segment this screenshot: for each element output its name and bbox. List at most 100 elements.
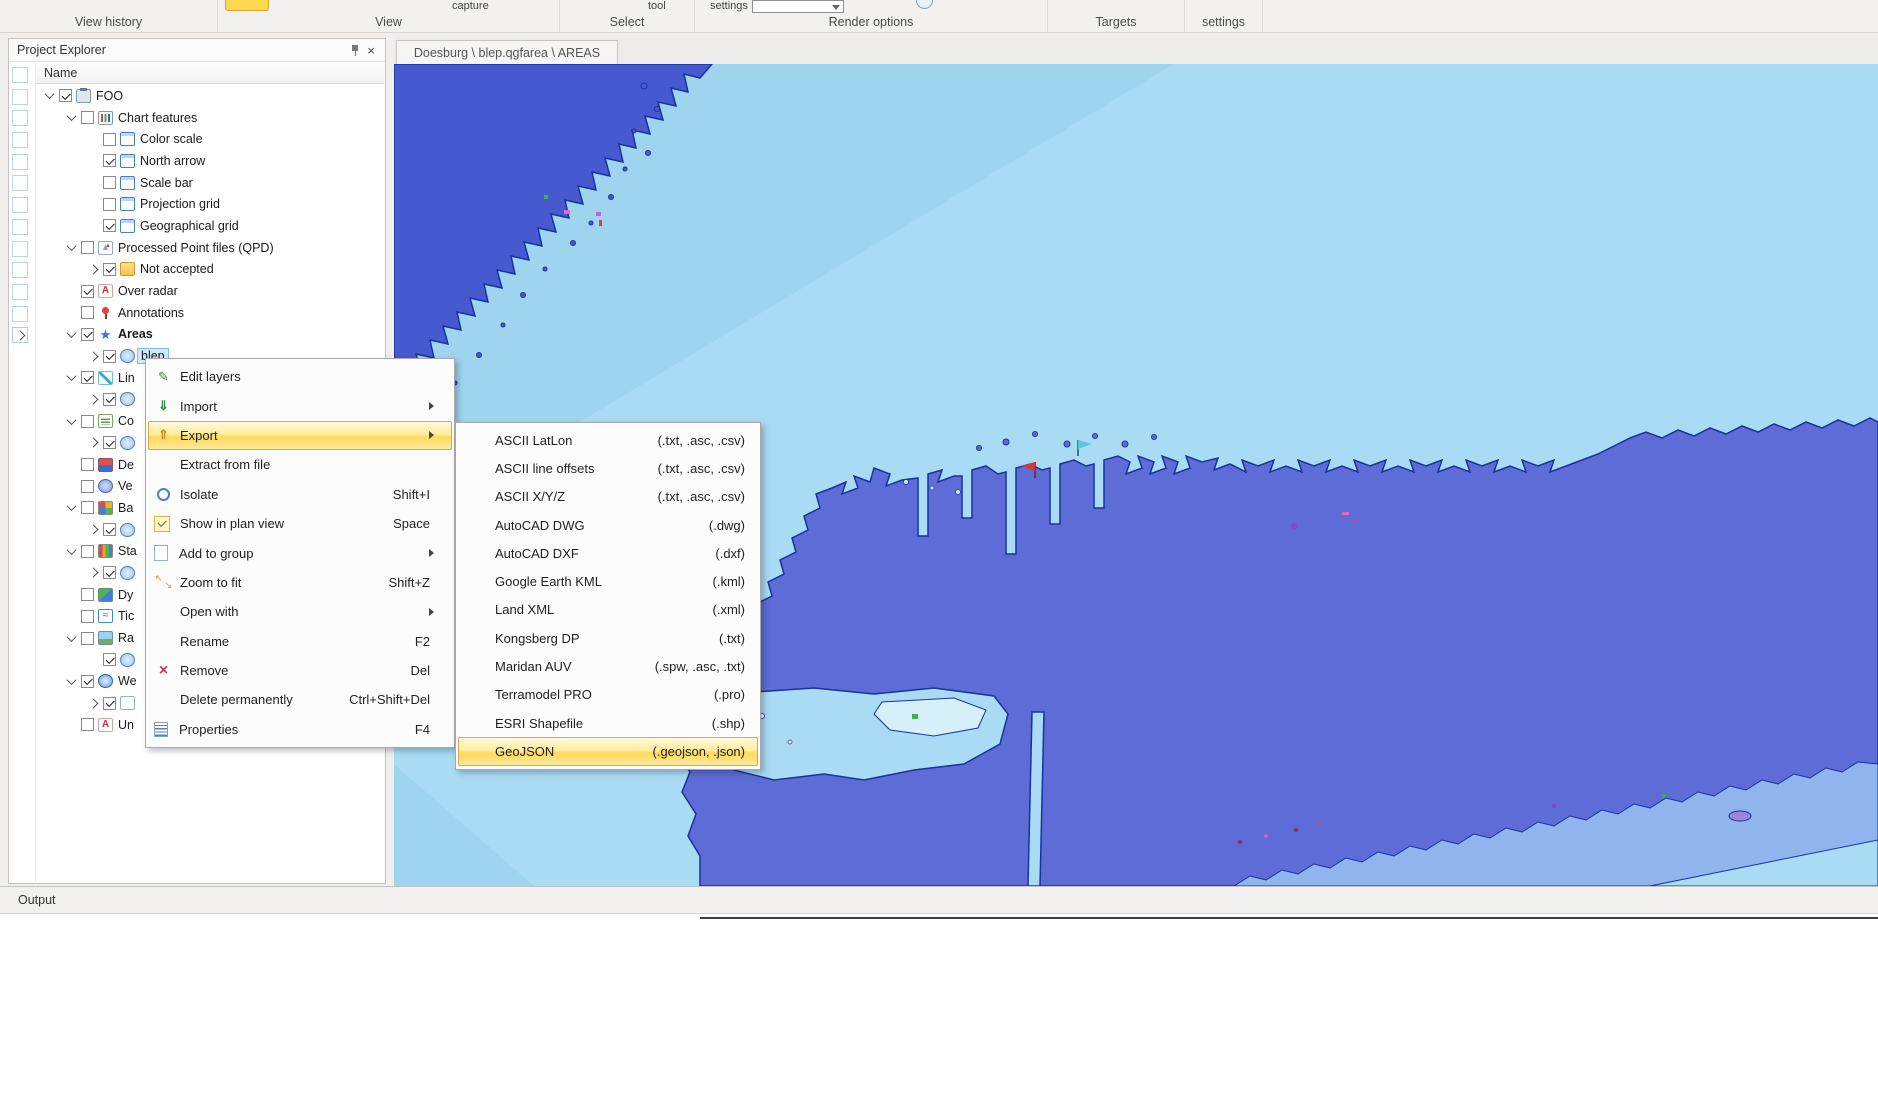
ribbon-combobox[interactable] bbox=[752, 0, 844, 13]
expander-toggle[interactable] bbox=[84, 353, 102, 360]
expander-toggle[interactable] bbox=[62, 635, 80, 642]
expander-toggle[interactable] bbox=[62, 114, 80, 121]
checkbox[interactable] bbox=[81, 415, 94, 428]
tree-row-geographical-grid[interactable]: Geographical grid bbox=[36, 215, 384, 237]
checkbox[interactable] bbox=[103, 198, 116, 211]
tree-row-scale-bar[interactable]: Scale bar bbox=[36, 172, 384, 194]
expander-toggle[interactable] bbox=[84, 569, 102, 576]
ribbon-group-select[interactable]: Select bbox=[560, 0, 695, 32]
menu-item-open-with[interactable]: Open with bbox=[148, 597, 452, 626]
checkbox[interactable] bbox=[103, 653, 116, 666]
strip-cell[interactable] bbox=[12, 132, 28, 148]
ribbon-yellow-button[interactable] bbox=[225, 0, 269, 11]
menu-item-extract-from-file[interactable]: Extract from file bbox=[148, 450, 452, 479]
ribbon-group-view-history[interactable]: View history bbox=[0, 0, 218, 32]
tree-row-north-arrow[interactable]: North arrow bbox=[36, 150, 384, 172]
menu-item-import[interactable]: ⇓Import bbox=[148, 391, 452, 420]
export-item-ascii-line-offsets[interactable]: ASCII line offsets(.txt, .asc, .csv) bbox=[458, 454, 758, 482]
strip-cell[interactable] bbox=[12, 284, 28, 300]
strip-cell[interactable] bbox=[12, 197, 28, 213]
export-item-land-xml[interactable]: Land XML(.xml) bbox=[458, 596, 758, 624]
export-item-terramodel-pro[interactable]: Terramodel PRO(.pro) bbox=[458, 681, 758, 709]
tree-row-over-radar[interactable]: AOver radar bbox=[36, 280, 384, 302]
expander-toggle[interactable] bbox=[40, 92, 58, 99]
checkbox[interactable] bbox=[103, 176, 116, 189]
export-item-autocad-dxf[interactable]: AutoCAD DXF(.dxf) bbox=[458, 539, 758, 567]
expander-toggle[interactable] bbox=[62, 678, 80, 685]
export-item-ascii-x-y-z[interactable]: ASCII X/Y/Z(.txt, .asc, .csv) bbox=[458, 483, 758, 511]
export-item-esri-shapefile[interactable]: ESRI Shapefile(.shp) bbox=[458, 709, 758, 737]
menu-item-export[interactable]: ⇑Export bbox=[148, 421, 452, 450]
expander-toggle[interactable] bbox=[62, 331, 80, 338]
menu-item-delete-permanently[interactable]: Delete permanentlyCtrl+Shift+Del bbox=[148, 685, 452, 714]
export-item-geojson[interactable]: GeoJSON(.geojson, .json) bbox=[458, 737, 758, 765]
strip-cell[interactable] bbox=[12, 67, 28, 83]
menu-item-properties[interactable]: PropertiesF4 bbox=[148, 715, 452, 744]
export-item-kongsberg-dp[interactable]: Kongsberg DP(.txt) bbox=[458, 624, 758, 652]
checkbox[interactable] bbox=[103, 133, 116, 146]
checkbox[interactable] bbox=[81, 545, 94, 558]
strip-cell[interactable] bbox=[12, 110, 28, 126]
ribbon-group-targets[interactable]: Targets bbox=[1048, 0, 1185, 32]
checkbox[interactable] bbox=[103, 219, 116, 232]
strip-cell[interactable] bbox=[12, 219, 28, 235]
tree-row-chart-features[interactable]: Chart features bbox=[36, 107, 384, 129]
checkbox[interactable] bbox=[103, 263, 116, 276]
checkbox[interactable] bbox=[81, 458, 94, 471]
checkbox[interactable] bbox=[103, 393, 116, 406]
checkbox[interactable] bbox=[103, 350, 116, 363]
expander-toggle[interactable] bbox=[84, 396, 102, 403]
pin-button[interactable] bbox=[347, 42, 363, 58]
export-item-ascii-latlon[interactable]: ASCII LatLon(.txt, .asc, .csv) bbox=[458, 426, 758, 454]
close-panel-button[interactable]: × bbox=[363, 42, 379, 58]
tree-row-projection-grid[interactable]: Projection grid bbox=[36, 193, 384, 215]
menu-item-edit-layers[interactable]: ✎Edit layers bbox=[148, 362, 452, 391]
expander-toggle[interactable] bbox=[84, 526, 102, 533]
expander-toggle[interactable] bbox=[84, 439, 102, 446]
checkbox[interactable] bbox=[81, 285, 94, 298]
checkbox[interactable] bbox=[103, 523, 116, 536]
checkbox[interactable] bbox=[81, 610, 94, 623]
expander-toggle[interactable] bbox=[84, 266, 102, 273]
strip-cell[interactable] bbox=[12, 262, 28, 278]
export-item-maridan-auv[interactable]: Maridan AUV(.spw, .asc, .txt) bbox=[458, 652, 758, 680]
expander-toggle[interactable] bbox=[84, 700, 102, 707]
strip-cell[interactable] bbox=[12, 241, 28, 257]
tree-row-foo[interactable]: FOO bbox=[36, 85, 384, 107]
checkbox[interactable] bbox=[81, 328, 94, 341]
checkbox[interactable] bbox=[59, 89, 72, 102]
checkbox[interactable] bbox=[81, 632, 94, 645]
tree-column-header[interactable]: Name bbox=[36, 63, 384, 84]
menu-item-add-to-group[interactable]: Add to group bbox=[148, 538, 452, 567]
checkbox[interactable] bbox=[103, 697, 116, 710]
export-item-autocad-dwg[interactable]: AutoCAD DWG(.dwg) bbox=[458, 511, 758, 539]
checkbox[interactable] bbox=[81, 501, 94, 514]
menu-item-isolate[interactable]: IsolateShift+I bbox=[148, 480, 452, 509]
strip-cell[interactable] bbox=[12, 154, 28, 170]
checkbox[interactable] bbox=[81, 241, 94, 254]
output-panel-header[interactable]: Output bbox=[0, 887, 1878, 914]
strip-cell[interactable] bbox=[12, 89, 28, 105]
checkbox[interactable] bbox=[81, 480, 94, 493]
map-document-tab[interactable]: Doesburg \ blep.qgfarea \ AREAS bbox=[396, 40, 618, 64]
checkbox[interactable] bbox=[81, 675, 94, 688]
menu-item-rename[interactable]: RenameF2 bbox=[148, 627, 452, 656]
ribbon-group-view[interactable]: View bbox=[218, 0, 560, 32]
checkbox[interactable] bbox=[103, 566, 116, 579]
expander-toggle[interactable] bbox=[62, 548, 80, 555]
checkbox[interactable] bbox=[81, 111, 94, 124]
tree-row-not-accepted[interactable]: Not accepted bbox=[36, 259, 384, 281]
menu-item-show-in-plan-view[interactable]: Show in plan viewSpace bbox=[148, 509, 452, 538]
checkbox[interactable] bbox=[81, 588, 94, 601]
strip-cell[interactable] bbox=[12, 306, 28, 322]
strip-expand-button[interactable] bbox=[12, 327, 28, 343]
checkbox[interactable] bbox=[81, 306, 94, 319]
tree-row-annotations[interactable]: Annotations bbox=[36, 302, 384, 324]
menu-item-remove[interactable]: ×RemoveDel bbox=[148, 656, 452, 685]
tree-row-processed-point-files-qpd[interactable]: Processed Point files (QPD) bbox=[36, 237, 384, 259]
expander-toggle[interactable] bbox=[62, 418, 80, 425]
checkbox[interactable] bbox=[81, 718, 94, 731]
tree-row-color-scale[interactable]: Color scale bbox=[36, 128, 384, 150]
export-item-google-earth-kml[interactable]: Google Earth KML(.kml) bbox=[458, 567, 758, 595]
menu-item-zoom-to-fit[interactable]: Zoom to fitShift+Z bbox=[148, 568, 452, 597]
